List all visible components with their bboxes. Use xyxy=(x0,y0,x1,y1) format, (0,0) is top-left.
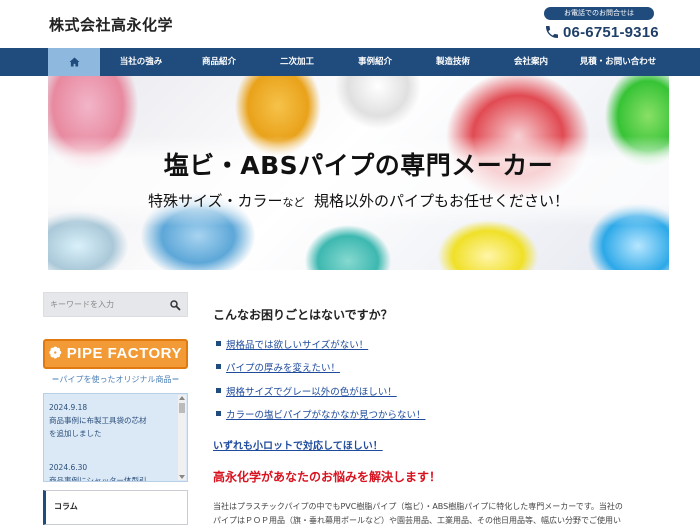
problem-link[interactable]: 規格サイズでグレー以外の色がほしい！ xyxy=(226,384,397,398)
solution-heading: 高永化学があなたのお悩みを解決します！ xyxy=(213,470,442,484)
square-bullet-icon xyxy=(216,388,221,393)
hero-subtitle-small: など xyxy=(282,196,305,209)
intro-line2: パイプはＰＯＰ用品（旗・垂れ幕用ポールなど）や園芸用品、工業用品、その他日用品等… xyxy=(213,516,621,525)
intro-paragraph: 当社はプラスチックパイプの中でもPVC樹脂パイプ（塩ビ）・ABS樹脂パイプに特化… xyxy=(213,500,653,525)
phone-icon xyxy=(546,26,558,38)
column-label: コラム xyxy=(54,502,78,511)
square-bullet-icon xyxy=(216,411,221,416)
hero-subtitle-part1: 特殊サイズ・カラー xyxy=(147,192,283,210)
news-date: 2024.6.30 xyxy=(49,463,88,472)
intro-line1: 当社はプラスチックパイプの中でもPVC樹脂パイプ（塩ビ）・ABS樹脂パイプに特化… xyxy=(213,502,623,511)
search-icon[interactable] xyxy=(169,299,181,311)
company-logo[interactable]: 株式会社高永化学 xyxy=(49,14,173,35)
hero-title: 塩ビ・ABSパイプの専門メーカー xyxy=(163,151,554,180)
square-bullet-icon xyxy=(216,364,221,369)
nav-item-company[interactable]: 会社案内 xyxy=(492,48,570,76)
problem-link[interactable]: 規格品では欲しいサイズがない！ xyxy=(226,337,368,351)
nav-item-contact[interactable]: 見積・お問い合わせ xyxy=(570,48,666,76)
phone-badge: お電話でのお問合せは xyxy=(544,7,654,20)
list-item: 規格品では欲しいサイズがない！ xyxy=(216,337,476,351)
hero-subtitle: 特殊サイズ・カラーなど 規格以外のパイプもお任せください！ xyxy=(48,190,669,211)
pipe-factory-text: PIPE FACTORY xyxy=(66,345,182,362)
nav-item-strengths[interactable]: 当社の強み xyxy=(102,48,180,76)
pipe-factory-subtitle: ＝パイプを使ったオリジナル商品＝ xyxy=(51,375,180,384)
problem-link[interactable]: カラーの塩ビパイプがなかなか見つからない！ xyxy=(226,407,426,421)
scrollbar-thumb[interactable] xyxy=(179,403,185,413)
phone-contact[interactable]: 06-6751-9316 xyxy=(544,22,659,42)
site-header: 株式会社高永化学 お電話でのお問合せは 06-6751-9316 xyxy=(0,0,700,48)
news-text-line1: 商品事例に布製工具袋の芯材 xyxy=(49,416,147,425)
scroll-up-arrow-icon[interactable] xyxy=(179,396,185,400)
news-date: 2024.9.18 xyxy=(49,403,88,412)
square-bullet-icon xyxy=(216,341,221,346)
nav-item-technology[interactable]: 製造技術 xyxy=(414,48,492,76)
list-item: カラーの塩ビパイプがなかなか見つからない！ xyxy=(216,407,476,421)
news-scrollbar[interactable] xyxy=(178,395,186,480)
news-list[interactable]: 2024.9.18 商品事例に布製工具袋の芯材 を追加しました 2024.6.3… xyxy=(43,393,188,482)
news-item[interactable]: 2024.6.30 商品事例にシャッター体型引 xyxy=(49,461,177,482)
news-text-line2: を追加しました xyxy=(49,429,102,438)
hero-subtitle-part2: 規格以外のパイプもお任せください！ xyxy=(314,192,570,210)
problem-link[interactable]: パイプの厚みを変えたい！ xyxy=(226,360,340,374)
search-input[interactable] xyxy=(44,293,164,316)
nav-item-processing[interactable]: 二次加工 xyxy=(258,48,336,76)
phone-number: 06-6751-9316 xyxy=(563,23,659,41)
nav-item-products[interactable]: 商品紹介 xyxy=(180,48,258,76)
nav-item-cases[interactable]: 事例紹介 xyxy=(336,48,414,76)
news-text-line1: 商品事例にシャッター体型引 xyxy=(49,476,147,482)
news-item[interactable]: 2024.9.18 商品事例に布製工具袋の芯材 を追加しました xyxy=(49,401,177,440)
list-item: 規格サイズでグレー以外の色がほしい！ xyxy=(216,384,476,398)
hero-banner: 塩ビ・ABSパイプの専門メーカー 特殊サイズ・カラーなど 規格以外のパイプもお任… xyxy=(48,76,669,270)
column-section[interactable]: コラム xyxy=(43,490,188,525)
list-item: パイプの厚みを変えたい！ xyxy=(216,360,476,374)
scroll-down-arrow-icon[interactable] xyxy=(179,475,185,479)
pipe-factory-label: ❁ PIPE FACTORY xyxy=(45,344,186,362)
pipe-factory-banner[interactable]: ❁ PIPE FACTORY xyxy=(43,339,188,369)
small-lot-link[interactable]: いずれも小ロットで対応してほしい！ xyxy=(213,437,383,452)
home-icon xyxy=(69,56,79,67)
nav-home[interactable] xyxy=(48,48,100,76)
problems-heading: こんなお困りごとはないですか？ xyxy=(213,308,393,322)
search-box xyxy=(43,292,188,317)
flower-icon: ❁ xyxy=(49,345,63,362)
main-nav: 当社の強み 商品紹介 二次加工 事例紹介 製造技術 会社案内 見積・お問い合わせ xyxy=(0,48,700,76)
